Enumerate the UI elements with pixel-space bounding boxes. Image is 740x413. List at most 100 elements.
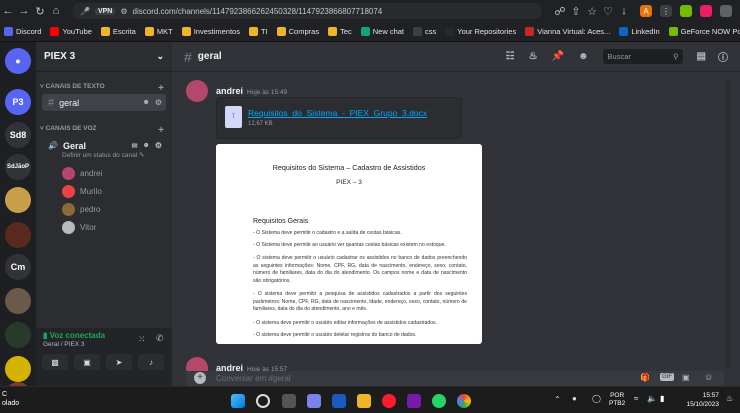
server-header[interactable]: PIEX 3 ⌄ (36, 42, 172, 72)
site-info-icon[interactable]: ⚙ (120, 7, 127, 16)
channel-geral[interactable]: # geral ☻ ⚙ (42, 94, 166, 111)
avatar[interactable] (186, 80, 208, 102)
voice-location[interactable]: Geral / PIEX 3 (43, 341, 85, 348)
voice-user[interactable]: pedro (62, 203, 100, 216)
camera-icon[interactable]: ☍ (552, 3, 568, 19)
bookmark-item[interactable]: TI (248, 27, 268, 36)
threads-icon[interactable]: ☷ (506, 51, 515, 62)
star-icon[interactable]: ☆ (584, 3, 600, 19)
menu-icon[interactable]: ⋮ (660, 5, 672, 17)
chevron-up-icon[interactable]: ⌃ (554, 395, 561, 404)
members-icon[interactable]: ☻ (578, 51, 589, 62)
voice-category[interactable]: ˅ CANAIS DE VOZ + (36, 125, 172, 136)
file-attachment[interactable]: T Requisitos_do_Sistema_-_PIEX_Grupo_3.d… (216, 97, 462, 139)
disconnect-icon[interactable]: ✆ (156, 333, 164, 344)
battery-icon[interactable]: ▮ (660, 394, 664, 403)
gear-icon[interactable]: ⚙ (155, 98, 166, 107)
bookmark-item[interactable]: GeForce NOW Powe... (668, 27, 740, 36)
server-icon[interactable] (5, 322, 31, 348)
document-preview[interactable]: Requisitos do Sistema – Cadastro de Assi… (216, 144, 482, 344)
message-composer[interactable]: + Conversar em #geral 🎁 GIF ▣ ☺ (186, 371, 724, 386)
server-icon[interactable]: SdJãoP (5, 154, 31, 180)
opera-tray-icon[interactable]: ◯ (592, 394, 601, 403)
mic-icon[interactable]: 🎤 (80, 7, 90, 16)
profile-avatar[interactable]: A (640, 5, 652, 17)
heart-icon[interactable]: ♡ (600, 3, 616, 19)
extensions-icon[interactable] (720, 5, 732, 17)
server-icon[interactable] (5, 222, 31, 248)
home-icon[interactable]: ⌂ (48, 3, 64, 19)
voice-status-text[interactable]: Definir um status do canal ✎ (62, 151, 144, 159)
server-icon[interactable] (5, 288, 31, 314)
chevron-down-icon[interactable]: ⌄ (156, 51, 164, 62)
clock[interactable]: 15:57 15/10/2023 (679, 391, 719, 409)
activities-button[interactable]: ➤ (106, 354, 132, 370)
extension-color-icon[interactable] (700, 5, 712, 17)
add-member-icon[interactable]: ☻ (142, 99, 149, 106)
camera-button[interactable]: ▩ (42, 354, 68, 370)
server-icon[interactable] (5, 356, 31, 382)
bookmark-item[interactable]: YouTube (50, 27, 92, 36)
bookmark-item[interactable]: css (413, 27, 436, 36)
windows-start-icon[interactable] (231, 394, 245, 408)
volume-icon[interactable]: 🔈 (647, 394, 657, 403)
text-category[interactable]: ˅ CANAIS DE TEXTO + (36, 83, 172, 94)
language-indicator[interactable]: POR PTB2 (609, 392, 625, 408)
tray-app-icon[interactable]: ● (572, 394, 577, 403)
sticker-icon[interactable]: ▣ (682, 373, 690, 382)
server-icon[interactable]: Sd8 (5, 122, 31, 148)
add-member-icon[interactable]: ☻ (142, 142, 149, 149)
message-input[interactable]: Conversar em #geral (216, 374, 291, 383)
reload-icon[interactable]: ↻ (32, 3, 48, 19)
opera-icon[interactable] (382, 394, 396, 408)
bookmark-item[interactable]: Escrita (100, 27, 136, 36)
help-icon[interactable]: ⓘ (718, 49, 728, 64)
onenote-icon[interactable] (407, 394, 421, 408)
address-bar[interactable]: 🎤 VPN ⚙ discord.com/channels/11479238662… (72, 3, 542, 19)
discord-home-icon[interactable]: ● (5, 48, 31, 74)
voice-user[interactable]: Vitor (62, 221, 96, 234)
gift-icon[interactable]: 🎁 (640, 373, 650, 382)
screen-share-button[interactable]: ▣ (74, 354, 100, 370)
download-icon[interactable]: ↓ (616, 3, 632, 19)
bookmark-item[interactable]: Your Repositories (445, 27, 516, 36)
attachment-link[interactable]: Requisitos_do_Sistema_-_PIEX_Grupo_3.doc… (248, 108, 427, 118)
bookmark-item[interactable]: Vianna Virtual: Aces... (525, 27, 610, 36)
search-input[interactable]: Buscar ⚲ (602, 49, 683, 64)
bookmark-item[interactable]: MKT (144, 27, 173, 36)
voice-connected-status[interactable]: ▮ Voz conectada (43, 331, 105, 340)
voice-user[interactable]: Murilo (62, 185, 102, 198)
teams-icon[interactable] (307, 394, 321, 408)
bookmark-item[interactable]: Tec (328, 27, 352, 36)
search-icon[interactable] (256, 394, 270, 408)
chat-icon[interactable]: ✉ (132, 142, 138, 150)
share-icon[interactable]: ⇧ (568, 3, 584, 19)
server-icon[interactable]: P3 (5, 89, 31, 115)
inbox-icon[interactable]: ▤ (697, 51, 706, 62)
noise-suppression-icon[interactable]: ⁙ (138, 334, 146, 345)
notification-bell-icon[interactable]: ♨ (726, 394, 733, 403)
soundboard-button[interactable]: ♪ (138, 354, 164, 370)
word-icon[interactable] (332, 394, 346, 408)
bookmark-item[interactable]: LinkedIn (619, 27, 660, 36)
add-channel-icon[interactable]: + (158, 83, 164, 94)
bookmark-item[interactable]: Compras (276, 27, 319, 36)
url-text[interactable]: discord.com/channels/1147923866262450328… (133, 7, 383, 16)
chrome-icon[interactable] (457, 394, 471, 408)
bookmark-item[interactable]: New chat (360, 27, 404, 36)
vpn-badge[interactable]: VPN (94, 7, 116, 15)
task-view-icon[interactable] (282, 394, 296, 408)
whatsapp-icon[interactable] (432, 394, 446, 408)
gear-icon[interactable]: ⚙ (155, 141, 166, 150)
weather-widget[interactable]: C olado (2, 390, 19, 408)
gif-icon[interactable]: GIF (660, 373, 674, 381)
author-name[interactable]: andrei (216, 86, 243, 96)
add-attachment-icon[interactable]: + (194, 372, 206, 384)
add-channel-icon[interactable]: + (158, 125, 164, 136)
bell-icon[interactable]: ♨ (529, 51, 538, 62)
forward-icon[interactable]: → (16, 3, 32, 19)
bookmark-item[interactable]: Discord (4, 27, 41, 36)
emoji-icon[interactable]: ☺ (704, 372, 713, 382)
pin-icon[interactable]: 📌 (552, 51, 564, 62)
chat-scrollbar[interactable] (726, 80, 730, 370)
